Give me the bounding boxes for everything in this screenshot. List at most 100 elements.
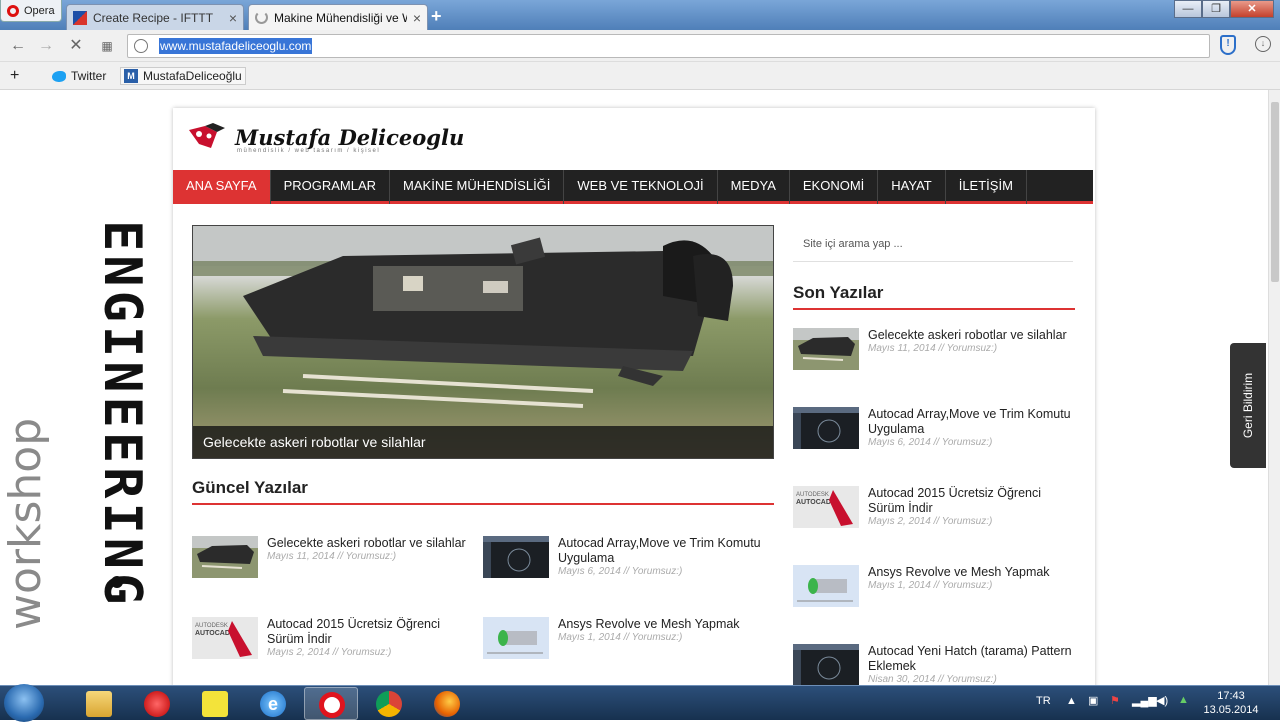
address-bar[interactable]: www.mustafadeliceoglu.com bbox=[127, 34, 1210, 58]
menu-item-0[interactable]: ANA SAYFA bbox=[173, 170, 271, 204]
post-meta: Mayıs 1, 2014 // Yorumsuz:) bbox=[558, 632, 683, 643]
post-meta: Mayıs 2, 2014 // Yorumsuz:) bbox=[868, 516, 993, 527]
menu-item-1[interactable]: PROGRAMLAR bbox=[271, 170, 391, 204]
post-title-link[interactable]: Gelecekte askeri robotlar ve silahlar bbox=[868, 328, 1073, 343]
usb-icon[interactable]: ▣ bbox=[1088, 694, 1098, 707]
post-meta: Mayıs 11, 2014 // Yorumsuz:) bbox=[267, 551, 397, 562]
post-thumbnail[interactable] bbox=[483, 617, 549, 659]
post-title-link[interactable]: Autocad Yeni Hatch (tarama) Pattern Ekle… bbox=[868, 644, 1073, 674]
post-thumbnail[interactable] bbox=[483, 536, 549, 578]
taskbar-firefox[interactable] bbox=[420, 687, 474, 720]
bookmark-mustafadeliceoglu[interactable]: M MustafaDeliceoğlu bbox=[120, 67, 246, 85]
post-item[interactable]: AUTODESK AUTOCAD Autocad 2015 Ücretsiz Öğr… bbox=[192, 617, 472, 669]
show-hidden-icons-icon[interactable]: ▲ bbox=[1066, 695, 1077, 707]
post-thumbnail[interactable]: AUTODESK AUTOCAD bbox=[793, 486, 859, 528]
post-item[interactable]: Gelecekte askeri robotlar ve silahlar May… bbox=[192, 536, 472, 588]
scrollbar-thumb[interactable] bbox=[1271, 102, 1279, 282]
workshop-letters: workshop bbox=[0, 418, 51, 630]
opera-menu-button[interactable]: Opera bbox=[0, 0, 62, 22]
bookmark-twitter[interactable]: Twitter bbox=[52, 67, 106, 85]
post-meta: Mayıs 1, 2014 // Yorumsuz:) bbox=[868, 580, 993, 591]
taskbar-internet-explorer[interactable]: e bbox=[246, 687, 300, 720]
menu-item-5[interactable]: EKONOMİ bbox=[790, 170, 879, 204]
speed-dial-icon[interactable]: ▦ bbox=[97, 36, 117, 56]
window-controls: — ❐ ✕ bbox=[1174, 0, 1274, 18]
globe-icon bbox=[134, 39, 148, 53]
close-tab-icon[interactable]: × bbox=[413, 10, 421, 26]
menu-item-2[interactable]: MAKİNE MÜHENDİSLİĞİ bbox=[390, 170, 565, 204]
main-menu: ANA SAYFA PROGRAMLAR MAKİNE MÜHENDİSLİĞİ WE… bbox=[173, 170, 1093, 204]
url-text[interactable]: www.mustafadeliceoglu.com bbox=[159, 38, 313, 54]
menu-item-3[interactable]: WEB VE TEKNOLOJİ bbox=[564, 170, 718, 204]
taskbar-sticky-notes[interactable] bbox=[188, 687, 242, 720]
taskbar-clock[interactable]: 17:43 13.05.2014 bbox=[1200, 689, 1262, 717]
opera-icon bbox=[319, 692, 345, 718]
close-tab-icon[interactable]: × bbox=[229, 10, 237, 26]
post-title-link[interactable]: Autocad Array,Move ve Trim Komutu Uygula… bbox=[868, 407, 1073, 437]
download-icon[interactable]: ↓ bbox=[1255, 36, 1271, 52]
post-thumbnail[interactable] bbox=[793, 407, 859, 449]
ifttt-favicon-icon bbox=[73, 10, 87, 25]
maximize-button[interactable]: ❐ bbox=[1202, 0, 1230, 18]
network-icon[interactable]: ▂▄▆ bbox=[1132, 694, 1157, 707]
site-search-input[interactable]: Site içi arama yap ... bbox=[793, 226, 1073, 262]
post-item[interactable]: Ansys Revolve ve Mesh Yapmak Mayıs 1, 201… bbox=[483, 617, 763, 669]
engineering-workshop-overlay: ENGINEERING workshop bbox=[0, 220, 150, 630]
engineering-letters: ENGINEERING bbox=[92, 220, 150, 608]
adblock-shield-icon[interactable]: ! bbox=[1220, 35, 1236, 55]
minimize-button[interactable]: — bbox=[1174, 0, 1202, 18]
clock-time: 17:43 bbox=[1217, 690, 1245, 702]
post-meta: Nisan 30, 2014 // Yorumsuz:) bbox=[868, 674, 997, 685]
page-scrollbar[interactable] bbox=[1268, 90, 1280, 685]
post-thumbnail[interactable]: AUTODESK AUTOCAD bbox=[192, 617, 258, 659]
post-thumbnail[interactable] bbox=[793, 644, 859, 686]
new-tab-button[interactable]: + bbox=[431, 6, 442, 27]
menu-item-6[interactable]: HAYAT bbox=[878, 170, 946, 204]
brand-vertical-text: ENGINEERING bbox=[92, 220, 150, 608]
menu-item-4[interactable]: MEDYA bbox=[718, 170, 790, 204]
featured-slider[interactable]: Gelecekte askeri robotlar ve silahlar bbox=[192, 225, 774, 459]
tab-mustafadeliceoglu[interactable]: Makine Mühendisliği ve W × bbox=[248, 4, 428, 30]
post-title-link[interactable]: Ansys Revolve ve Mesh Yapmak bbox=[868, 565, 1073, 580]
feedback-tab[interactable]: Geri Bildirim bbox=[1230, 343, 1266, 468]
taskbar-opera[interactable] bbox=[304, 687, 358, 720]
post-item[interactable]: Autocad Array,Move ve Trim Komutu Uygula… bbox=[483, 536, 763, 588]
back-icon[interactable]: ← bbox=[8, 36, 28, 56]
taskbar-explorer[interactable] bbox=[72, 687, 126, 720]
hero-caption[interactable]: Gelecekte askeri robotlar ve silahlar bbox=[193, 426, 773, 458]
language-indicator[interactable]: TR bbox=[1036, 695, 1051, 707]
forward-icon[interactable]: → bbox=[36, 36, 56, 56]
post-item[interactable]: AUTODESK AUTOCAD Autocad 2015 Ücretsiz Öğr… bbox=[793, 486, 1073, 538]
site-favicon-icon: M bbox=[124, 69, 138, 83]
post-title-link[interactable]: Autocad 2015 Ücretsiz Öğrenci Sürüm İndi… bbox=[267, 617, 472, 647]
sticky-note-icon bbox=[202, 691, 228, 717]
stop-icon[interactable]: ✕ bbox=[66, 36, 86, 56]
svg-text:AUTOCAD: AUTOCAD bbox=[195, 630, 230, 637]
drive-icon[interactable]: ▲ bbox=[1178, 694, 1189, 706]
post-thumbnail[interactable] bbox=[192, 536, 258, 578]
volume-icon[interactable]: ◀) bbox=[1156, 694, 1168, 707]
post-item[interactable]: Ansys Revolve ve Mesh Yapmak Mayıs 1, 201… bbox=[793, 565, 1073, 617]
post-thumbnail[interactable] bbox=[793, 565, 859, 607]
action-center-icon[interactable]: ⚑ bbox=[1110, 694, 1120, 707]
windows-taskbar: e TR ▲ ▣ ⚑ ▂▄▆ ◀) ▲ 17:43 13.05.2014 bbox=[0, 684, 1280, 722]
bookmark-label: MustafaDeliceoğlu bbox=[143, 69, 242, 83]
post-item[interactable]: Gelecekte askeri robotlar ve silahlar May… bbox=[793, 328, 1073, 380]
post-meta: Mayıs 6, 2014 // Yorumsuz:) bbox=[558, 566, 683, 577]
tab-ifttt[interactable]: Create Recipe - IFTTT × bbox=[66, 4, 244, 30]
post-title-link[interactable]: Gelecekte askeri robotlar ve silahlar bbox=[267, 536, 472, 551]
taskbar-media[interactable] bbox=[130, 687, 184, 720]
post-thumbnail[interactable] bbox=[793, 328, 859, 370]
close-window-button[interactable]: ✕ bbox=[1230, 0, 1274, 18]
post-title-link[interactable]: Autocad Array,Move ve Trim Komutu Uygula… bbox=[558, 536, 763, 566]
add-bookmark-button[interactable]: + bbox=[10, 67, 19, 85]
post-item[interactable]: Autocad Array,Move ve Trim Komutu Uygula… bbox=[793, 407, 1073, 459]
svg-text:AUTODESK: AUTODESK bbox=[796, 492, 829, 498]
post-title-link[interactable]: Ansys Revolve ve Mesh Yapmak bbox=[558, 617, 763, 632]
start-button[interactable] bbox=[4, 684, 44, 722]
taskbar-chrome[interactable] bbox=[362, 687, 416, 720]
menu-item-7[interactable]: İLETİŞİM bbox=[946, 170, 1027, 204]
post-title-link[interactable]: Autocad 2015 Ücretsiz Öğrenci Sürüm İndi… bbox=[868, 486, 1073, 516]
post-meta: Mayıs 11, 2014 // Yorumsuz:) bbox=[868, 343, 998, 354]
twitter-icon bbox=[52, 70, 66, 82]
